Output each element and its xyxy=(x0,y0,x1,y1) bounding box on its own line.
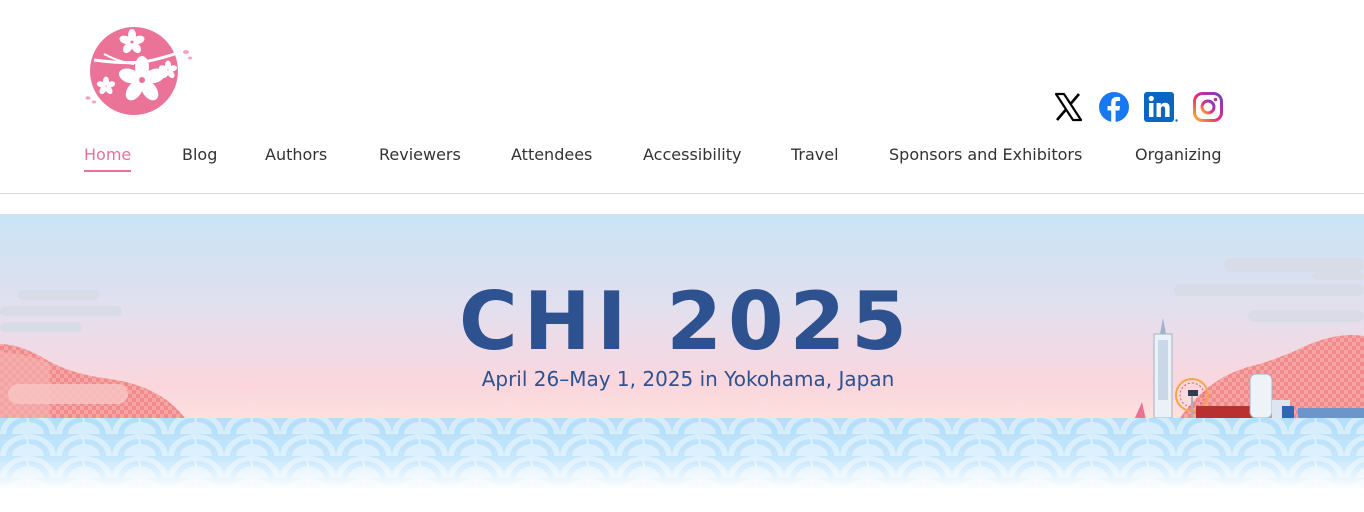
linkedin-icon[interactable] xyxy=(1143,90,1179,124)
nav-accessibility[interactable]: Accessibility xyxy=(643,144,741,174)
hero-banner: CHI 2025 April 26–May 1, 2025 in Yokoham… xyxy=(0,214,1364,490)
nav-home[interactable]: Home xyxy=(84,144,132,174)
site-header: Home Blog Authors Reviewers Attendees Ac… xyxy=(0,0,1364,194)
hero-title: CHI 2025 xyxy=(459,275,913,368)
hero-subtitle: April 26–May 1, 2025 in Yokohama, Japan xyxy=(481,367,895,391)
nav-sponsors-and-exhibitors[interactable]: Sponsors and Exhibitors xyxy=(889,144,1082,174)
instagram-icon[interactable] xyxy=(1192,90,1224,124)
nav-reviewers[interactable]: Reviewers xyxy=(379,144,461,174)
nav-authors[interactable]: Authors xyxy=(265,144,327,174)
cherry-blossom-logo[interactable] xyxy=(84,22,196,122)
nav-blog[interactable]: Blog xyxy=(182,144,217,174)
nav-attendees[interactable]: Attendees xyxy=(511,144,592,174)
nav-organizing[interactable]: Organizing xyxy=(1135,144,1222,174)
x-icon[interactable] xyxy=(1052,90,1084,124)
nav-travel[interactable]: Travel xyxy=(791,144,839,174)
facebook-icon[interactable] xyxy=(1098,90,1130,124)
